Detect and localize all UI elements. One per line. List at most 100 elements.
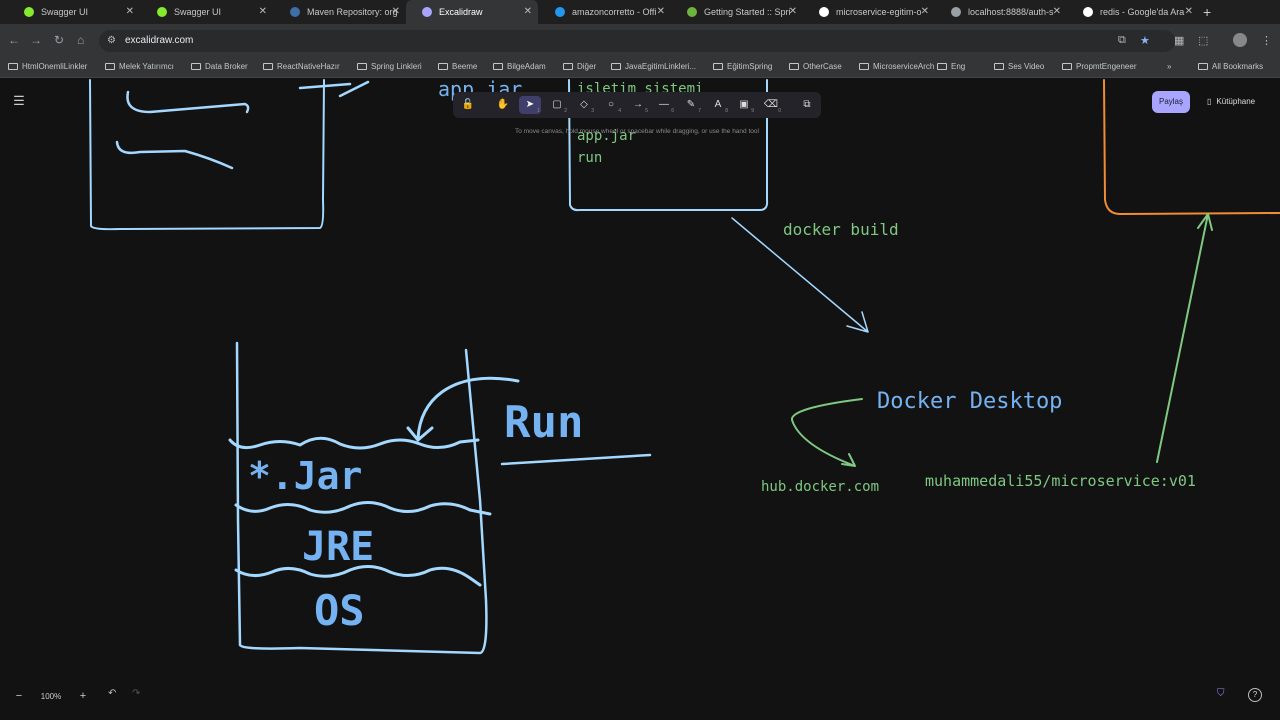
image-icon[interactable]: ▣ 9 [733, 96, 755, 114]
eraser-icon[interactable]: ⌫ 0 [760, 96, 782, 114]
address-bar[interactable] [99, 30, 1175, 52]
line-icon[interactable]: —6 [653, 96, 675, 114]
extension-icon[interactable]: ▦ [1174, 34, 1184, 47]
zoom-level[interactable]: 100% [30, 692, 72, 701]
avatar[interactable] [1233, 33, 1247, 47]
reload-icon[interactable]: ↻ [54, 33, 64, 47]
maven-icon [290, 7, 300, 17]
close-tab-icon[interactable]: ✕ [524, 6, 532, 18]
text-icon[interactable]: A8 [707, 96, 729, 114]
canvas-text-run-big[interactable]: Run [504, 397, 583, 448]
all-bookmarks-button[interactable]: All Bookmarks [1198, 62, 1263, 71]
more-bookmarks-button[interactable]: » [1167, 62, 1171, 71]
folder-icon [563, 63, 573, 70]
bookmark-item[interactable]: Melek Yatırımcı [105, 62, 174, 71]
library-button[interactable]: ▯ Kütüphane [1199, 91, 1267, 113]
canvas-text-run-small[interactable]: run [577, 150, 602, 166]
extra-tools-icon[interactable]: ⧉ [796, 96, 818, 114]
close-tab-icon[interactable]: ✕ [259, 6, 267, 18]
folder-icon [859, 63, 869, 70]
canvas-text-hub-docker[interactable]: hub.docker.com [761, 479, 879, 495]
diamond-icon[interactable]: ◇ 3 [573, 96, 595, 114]
close-tab-icon[interactable]: ✕ [657, 6, 665, 18]
close-tab-icon[interactable]: ✕ [1185, 6, 1193, 18]
bookmark-item[interactable]: PropmtEngeneer [1062, 62, 1136, 71]
share-button[interactable]: Paylaş [1152, 91, 1190, 113]
canvas-text-docker-desktop[interactable]: Docker Desktop [877, 389, 1062, 414]
bookmark-star-icon[interactable]: ★ [1140, 34, 1150, 47]
library-label: Kütüphane [1216, 97, 1256, 106]
excalidraw-icon [422, 7, 432, 17]
rectangle-icon-glyph: ▢ [552, 99, 562, 110]
zoom-out-button[interactable]: − [8, 690, 30, 702]
canvas-text-docker-build[interactable]: docker build [783, 220, 899, 239]
site-info-icon[interactable]: ⚙ [107, 35, 116, 46]
bookmark-item[interactable]: HtmlOnemliLinkler [8, 62, 87, 71]
bookmark-item[interactable]: Data Broker [191, 62, 248, 71]
browser-menu-icon[interactable]: ⋮ [1261, 34, 1272, 47]
canvas-text-os[interactable]: OS [314, 586, 365, 635]
folder-icon [713, 63, 723, 70]
folder-icon [789, 63, 799, 70]
browser-tab[interactable]: Getting Started :: Spri ✕ [671, 0, 803, 24]
url-text[interactable]: excalidraw.com [125, 35, 193, 46]
home-icon[interactable]: ⌂ [77, 33, 84, 47]
bookmark-item[interactable]: OtherCase [789, 62, 842, 71]
bookmark-label: Diğer [577, 62, 597, 71]
bookmark-item[interactable]: BilgeAdam [493, 62, 546, 71]
new-tab-button[interactable]: + [1203, 4, 1211, 20]
canvas-text-jre[interactable]: JRE [302, 524, 374, 570]
browser-tab[interactable]: Swagger UI ✕ [8, 0, 140, 24]
arrow-icon[interactable]: → 5 [627, 96, 649, 114]
hand-icon[interactable]: ✋ [492, 96, 514, 114]
redo-icon[interactable]: ↷ [132, 688, 140, 699]
close-tab-icon[interactable]: ✕ [789, 6, 797, 18]
zoom-in-button[interactable]: + [72, 690, 94, 702]
bookmark-item[interactable]: Diğer [563, 62, 596, 71]
drawing-canvas[interactable]: app.jar işletim sistemi app.jar run dock… [0, 78, 1280, 720]
back-icon[interactable]: ← [8, 33, 20, 47]
undo-icon[interactable]: ↶ [108, 688, 116, 699]
line-icon-glyph: — [659, 99, 669, 110]
tool-shortcut-key: 9 [751, 108, 754, 114]
folder-icon [937, 63, 947, 70]
bookmark-item[interactable]: MicroserviceArch [859, 62, 934, 71]
github-icon [819, 7, 829, 17]
folder-icon [493, 63, 503, 70]
close-tab-icon[interactable]: ✕ [126, 6, 134, 18]
main-menu-icon[interactable]: ☰ [10, 92, 28, 110]
browser-tab[interactable]: Excalidraw ✕ [406, 0, 538, 24]
pencil-icon[interactable]: ✎ 7 [680, 96, 702, 114]
install-app-icon[interactable]: ⧉ [1118, 34, 1126, 47]
rectangle-icon[interactable]: ▢ 2 [546, 96, 568, 114]
selection-icon[interactable]: ➤ 1 [519, 96, 541, 114]
browser-tab[interactable]: Swagger UI ✕ [141, 0, 273, 24]
browser-tab[interactable]: redis - Google'da Ara ✕ [1067, 0, 1199, 24]
shield-icon[interactable]: ⛉ [1217, 688, 1225, 699]
bookmark-item[interactable]: Spring Linkleri [357, 62, 422, 71]
help-icon[interactable]: ? [1248, 688, 1262, 702]
browser-tab[interactable]: amazoncorretto - Offi ✕ [539, 0, 671, 24]
browser-tab[interactable]: Maven Repository: org ✕ [274, 0, 406, 24]
folder-icon [611, 63, 621, 70]
puzzle-icon[interactable]: ⬚ [1198, 34, 1208, 47]
bookmark-item[interactable]: EğitimSpring [713, 62, 772, 71]
canvas-text-image-name[interactable]: muhammedali55/microservice:v01 [925, 472, 1196, 490]
close-tab-icon[interactable]: ✕ [1053, 6, 1061, 18]
bookmark-item[interactable]: JavaEgitimLinkleri... [611, 62, 696, 71]
bookmark-label: OtherCase [803, 62, 842, 71]
bookmark-item[interactable]: Beeme [438, 62, 477, 71]
green-arrow-up [1156, 213, 1213, 463]
close-tab-icon[interactable]: ✕ [921, 6, 929, 18]
ellipse-icon[interactable]: ○ 4 [600, 96, 622, 114]
bookmark-item[interactable]: ReactNativeHazır [263, 62, 340, 71]
selection-icon-glyph: ➤ [525, 99, 535, 110]
bookmark-item[interactable]: Eng [937, 62, 965, 71]
bookmark-item[interactable]: Ses Video [994, 62, 1044, 71]
close-tab-icon[interactable]: ✕ [392, 6, 400, 18]
lock-icon[interactable]: 🔓 [457, 96, 479, 114]
canvas-text-jar[interactable]: *.Jar [248, 454, 362, 498]
browser-tab[interactable]: localhost:8888/auth-s ✕ [935, 0, 1067, 24]
forward-icon[interactable]: → [30, 33, 42, 47]
browser-tab[interactable]: microservice-egitim-o ✕ [803, 0, 935, 24]
